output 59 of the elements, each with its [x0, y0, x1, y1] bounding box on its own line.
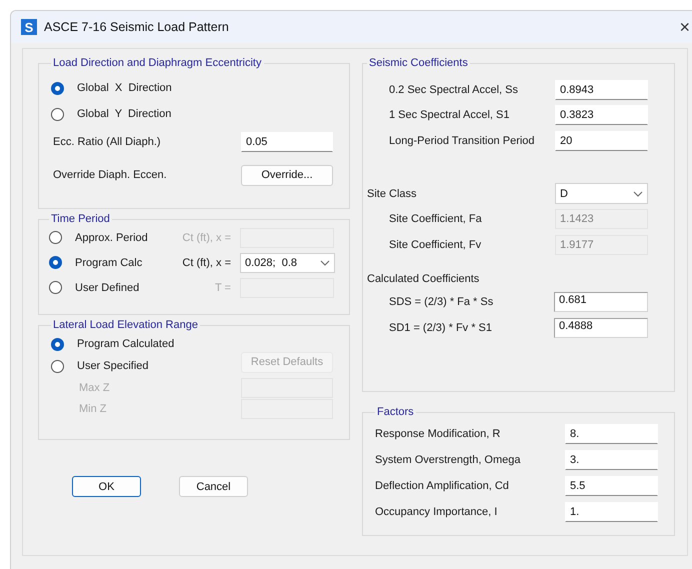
- field-label: Max Z: [78, 382, 111, 394]
- field-label: SDS = (2/3) * Fa * Ss: [388, 296, 494, 308]
- readonly-field: 1.1423: [555, 209, 648, 230]
- field-label: 0.2 Sec Spectral Accel, Ss: [388, 84, 520, 96]
- field-label: T =: [214, 282, 231, 294]
- field-label: Deflection Amplification, Cd: [375, 480, 510, 492]
- section-label: Calculated Coefficients: [367, 272, 480, 284]
- close-button[interactable]: ×: [679, 18, 690, 36]
- radio-label: Program Calc: [75, 256, 142, 268]
- field-label: Occupancy Importance, I: [375, 506, 498, 518]
- radio-button[interactable]: [49, 256, 62, 269]
- chevron-down-icon: [633, 190, 643, 196]
- field-label: Ct (ft), x =: [181, 256, 231, 268]
- radio-label: Global Y Direction: [77, 108, 172, 120]
- window-title: ASCE 7-16 Seismic Load Pattern: [44, 20, 230, 34]
- field-label: Site Class: [367, 188, 418, 200]
- group-title: Seismic Coefficients: [368, 57, 469, 69]
- field-label: 1 Sec Spectral Accel, S1: [388, 109, 510, 122]
- radio-label: User Defined: [75, 282, 140, 294]
- input-field[interactable]: 20: [555, 130, 648, 151]
- field-label: Site Coefficient, Fv: [388, 238, 482, 251]
- field-label: SD1 = (2/3) * Fv * S1: [388, 322, 494, 334]
- input-field[interactable]: 0.05: [241, 132, 333, 152]
- readonly-field: 0.681: [554, 292, 648, 312]
- dropdown[interactable]: 0.028; 0.8: [240, 252, 335, 272]
- field-label: Ecc. Ratio (All Diaph.): [52, 136, 162, 148]
- group-title: Time Period: [50, 213, 111, 225]
- radio-label: User Specified: [77, 360, 149, 372]
- readonly-field: 1.9177: [555, 234, 648, 255]
- dialog-button[interactable]: Cancel: [179, 476, 248, 497]
- radio-button[interactable]: [51, 108, 64, 120]
- input-field[interactable]: 5.5: [565, 476, 658, 496]
- group-title: Load Direction and Diaphragm Eccentricity: [52, 57, 262, 69]
- input-field[interactable]: 0.8943: [555, 80, 648, 100]
- field-label: System Overstrength, Omega: [375, 454, 522, 466]
- dropdown[interactable]: D: [555, 183, 648, 204]
- radio-button[interactable]: [51, 338, 64, 350]
- field-label: Response Modification, R: [375, 428, 502, 440]
- radio-label: Program Calculated: [77, 338, 174, 350]
- input-field[interactable]: 1.: [565, 502, 658, 522]
- radio-button[interactable]: [51, 82, 64, 94]
- input-field[interactable]: 0.3823: [555, 105, 648, 126]
- input-field[interactable]: 8.: [565, 424, 658, 444]
- chevron-down-icon: [320, 260, 330, 266]
- radio-label: Global X Direction: [77, 82, 172, 94]
- input-field[interactable]: 3.: [565, 450, 658, 470]
- radio-button[interactable]: [51, 360, 64, 372]
- readonly-field: 0.4888: [554, 318, 648, 338]
- field-label: Long-Period Transition Period: [388, 134, 536, 147]
- group-title: Lateral Load Elevation Range: [52, 319, 199, 331]
- field-label: Min Z: [78, 402, 108, 414]
- field-label: Override Diaph. Eccen.: [52, 169, 168, 181]
- radio-label: Approx. Period: [75, 232, 148, 244]
- group-title: Factors: [376, 406, 415, 418]
- field-label: Site Coefficient, Fa: [388, 213, 483, 226]
- app-icon: S: [21, 19, 37, 35]
- override-button[interactable]: Override...: [241, 164, 333, 186]
- field-label: Ct (ft), x =: [181, 232, 231, 244]
- dialog-button[interactable]: OK: [72, 476, 141, 497]
